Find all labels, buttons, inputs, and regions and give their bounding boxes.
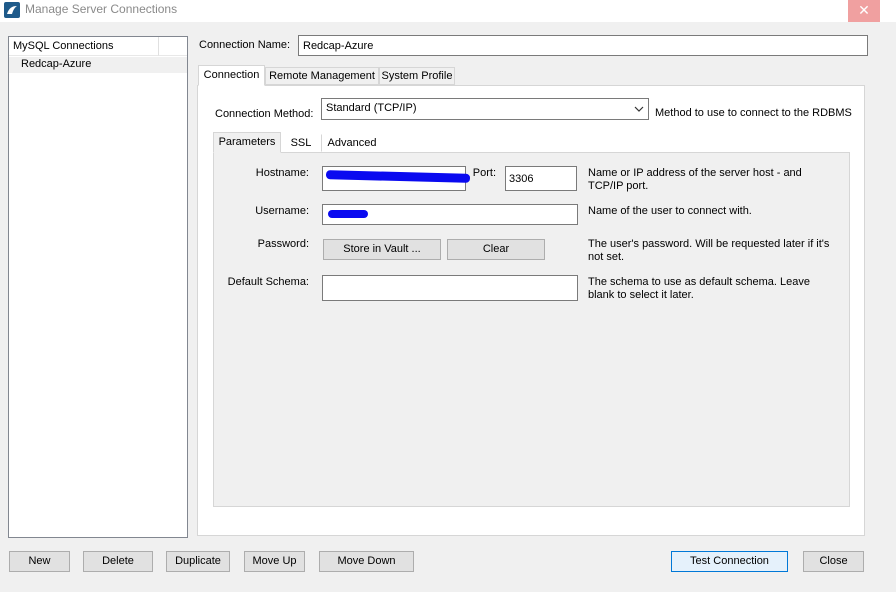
- store-in-vault-button[interactable]: Store in Vault ...: [323, 239, 441, 260]
- tab-parameters[interactable]: Parameters: [213, 132, 281, 153]
- delete-button[interactable]: Delete: [83, 551, 153, 572]
- duplicate-button[interactable]: Duplicate: [166, 551, 230, 572]
- move-up-button[interactable]: Move Up: [244, 551, 305, 572]
- connection-list[interactable]: MySQL Connections Redcap-Azure: [8, 36, 188, 538]
- tab-advanced[interactable]: Advanced: [321, 134, 383, 152]
- username-description: Name of the user to connect with.: [588, 205, 752, 217]
- connection-name-input[interactable]: [298, 35, 868, 56]
- list-item-redcap-azure[interactable]: Redcap-Azure: [9, 57, 187, 73]
- hostname-label: Hostname:: [255, 167, 309, 179]
- window-title: Manage Server Connections: [25, 2, 178, 16]
- port-label: Port:: [472, 167, 496, 179]
- username-label: Username:: [255, 205, 309, 217]
- password-label: Password:: [257, 238, 309, 250]
- password-description: The user's password. Will be requested l…: [588, 238, 830, 263]
- port-input[interactable]: [505, 166, 577, 191]
- clear-password-button[interactable]: Clear: [447, 239, 545, 260]
- tab-ssl[interactable]: SSL: [281, 134, 321, 152]
- list-header: MySQL Connections: [9, 37, 159, 56]
- username-redaction: [328, 210, 368, 218]
- hostname-description: Name or IP address of the server host - …: [588, 167, 802, 192]
- mysql-workbench-icon: [4, 2, 20, 18]
- tab-connection[interactable]: Connection: [198, 65, 265, 86]
- tab-remote-management[interactable]: Remote Management: [265, 67, 379, 85]
- test-connection-button[interactable]: Test Connection: [671, 551, 788, 572]
- connection-method-label: Connection Method:: [215, 108, 314, 120]
- move-down-button[interactable]: Move Down: [319, 551, 414, 572]
- connection-method-description: Method to use to connect to the RDBMS: [655, 107, 852, 119]
- window-close-button[interactable]: ✕: [848, 0, 880, 22]
- close-button[interactable]: Close: [803, 551, 864, 572]
- connection-name-label: Connection Name:: [199, 39, 291, 51]
- new-button[interactable]: New: [9, 551, 70, 572]
- default-schema-input[interactable]: [322, 275, 578, 301]
- tab-system-profile[interactable]: System Profile: [379, 67, 455, 85]
- list-header-filler: [159, 37, 187, 56]
- chevron-down-icon[interactable]: [633, 103, 645, 115]
- default-schema-label: Default Schema:: [227, 276, 309, 288]
- connection-method-select[interactable]: Standard (TCP/IP): [321, 98, 649, 120]
- default-schema-description: The schema to use as default schema. Lea…: [588, 276, 810, 301]
